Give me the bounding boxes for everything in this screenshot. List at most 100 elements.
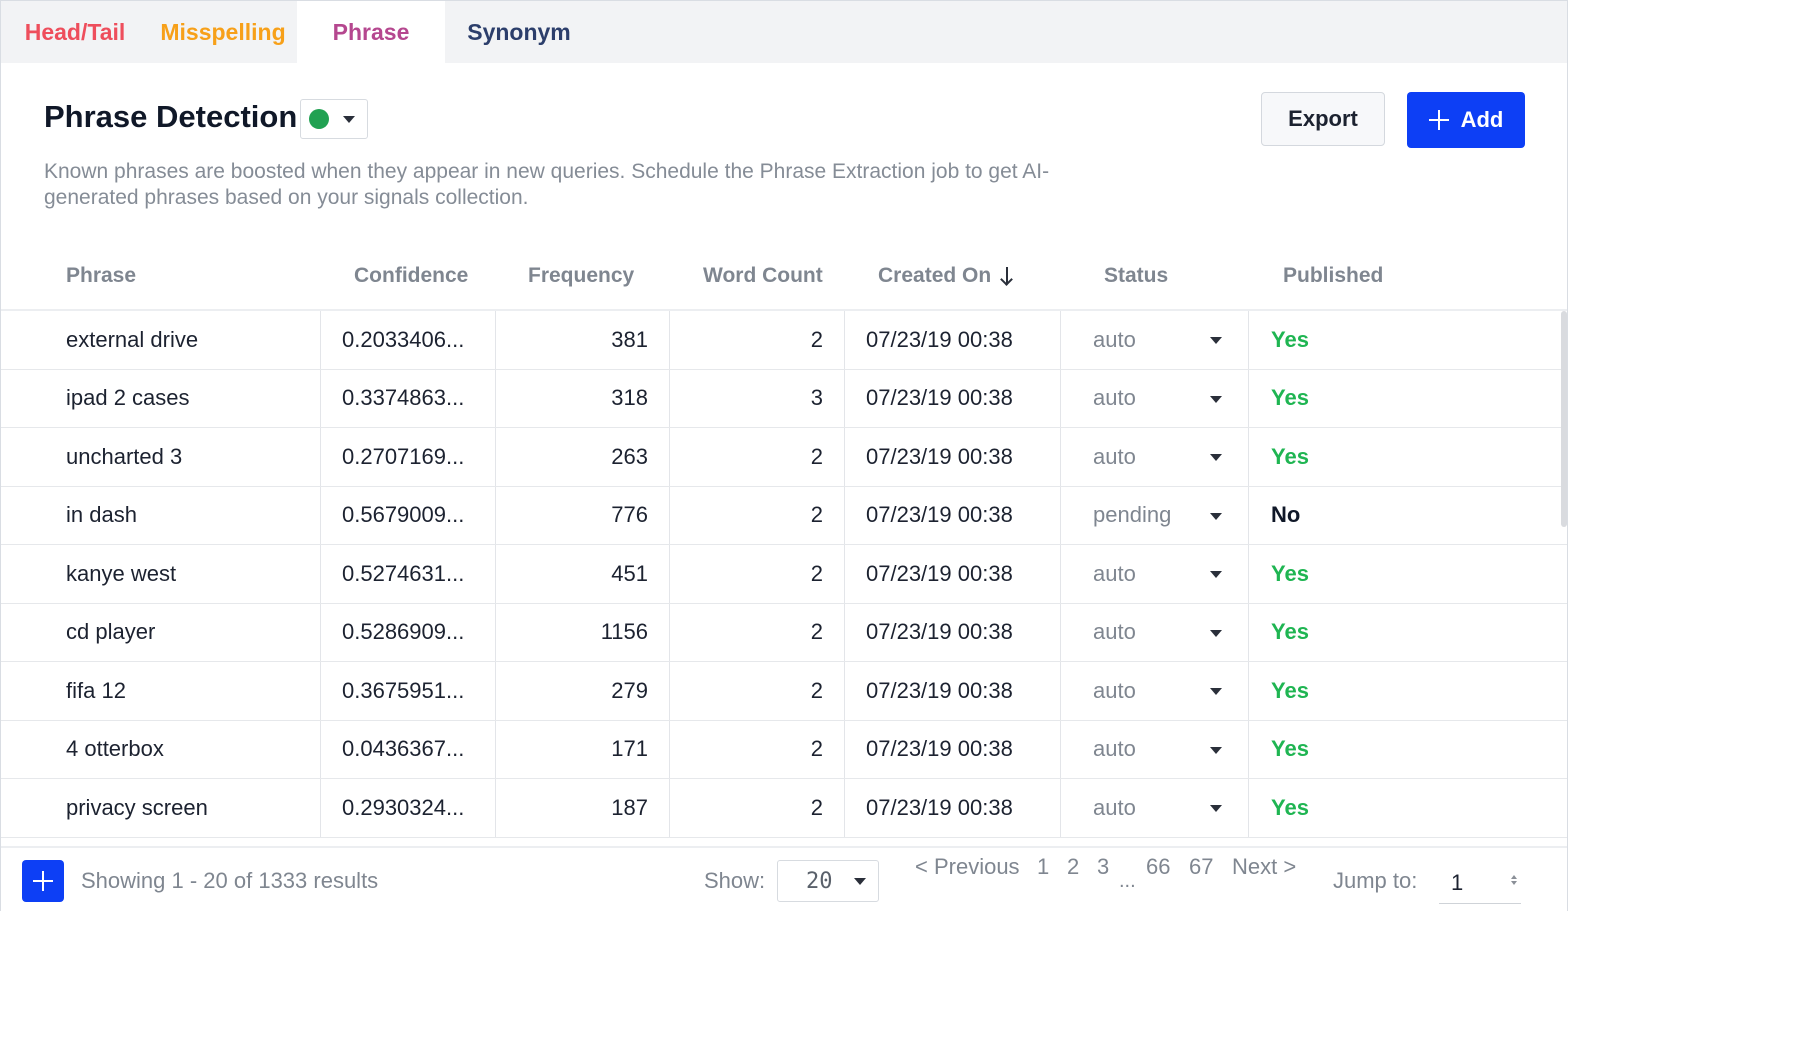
cell-confidence: 0.2033406... [342,326,465,352]
chevron-down-icon[interactable] [1210,571,1222,578]
page-link-2[interactable]: 2 [1067,854,1079,880]
cell-created-on: 07/23/19 00:38 [866,443,1013,469]
cell-published: Yes [1271,560,1309,586]
table-body: external drive 0.2033406... 381 2 07/23/19 0… [1,311,1567,846]
column-divider [320,311,321,369]
column-header-status[interactable]: Status [1104,243,1168,309]
chevron-down-icon[interactable] [1210,688,1222,695]
tab-head-tail[interactable]: Head/Tail [1,1,149,63]
cell-phrase: cd player [66,619,156,645]
cell-word-count: 2 [810,443,823,469]
table-row[interactable]: uncharted 3 0.2707169... 263 2 07/23/19 00:3… [1,428,1567,487]
chevron-down-icon[interactable] [1210,512,1222,520]
results-count: Showing 1 - 20 of 1333 results [81,868,379,893]
status-dropdown[interactable] [300,99,368,139]
column-divider [1060,720,1061,778]
table-row[interactable]: external drive 0.2033406... 381 2 07/23/19 0… [1,311,1567,370]
column-divider [844,486,845,544]
tab-head-tail-label: Head/Tail [24,18,126,45]
column-divider [1248,720,1249,778]
tab-bar: Head/Tail Misspelling Phrase Synonym [1,1,1567,63]
chevron-down-icon[interactable] [1210,454,1222,461]
next-page-link[interactable]: Next > [1232,854,1296,880]
chevron-down-icon[interactable] [1210,746,1222,754]
column-divider [844,603,845,661]
column-divider [1248,603,1249,661]
table-header: Phrase Confidence Frequency Word Count C… [1,243,1567,311]
column-divider [844,720,845,778]
cell-status[interactable]: auto [1093,721,1136,779]
chevron-down-icon[interactable] [1210,395,1222,403]
cell-word-count: 2 [810,794,823,820]
column-divider [320,486,321,544]
chevron-down-icon[interactable] [1210,805,1222,812]
jump-to-input[interactable]: 1 [1439,858,1521,904]
page-link-1[interactable]: 1 [1037,854,1049,880]
table-row[interactable]: in dash 0.5679009... 776 2 07/23/19 00:38 pen… [1,486,1567,545]
table-row[interactable]: ipad 2 cases 0.3374863... 318 3 07/23/19 00:… [1,369,1567,428]
cell-word-count: 2 [810,619,823,645]
cell-status[interactable]: auto [1093,545,1136,603]
cell-word-count: 2 [810,560,823,586]
cell-status[interactable]: auto [1093,428,1136,486]
table-row[interactable]: kanye west 0.5274631... 451 2 07/23/19 00:38… [1,545,1567,604]
cell-status[interactable]: pending [1093,487,1171,545]
table-row[interactable]: cd player 0.5286909... 1156 2 07/23/19 00:38… [1,603,1567,662]
column-divider [1060,545,1061,603]
cell-word-count: 3 [810,385,823,411]
cell-published: Yes [1271,443,1309,469]
footer-add-button[interactable] [22,860,64,902]
page-size-select[interactable]: 20 [777,860,879,902]
cell-published: No [1271,502,1301,528]
column-divider [1248,311,1249,369]
page-description: Known phrases are boosted when they appe… [44,160,1050,209]
tab-phrase[interactable]: Phrase [297,1,445,63]
column-header-created-on[interactable]: Created On [878,243,1015,309]
cell-status[interactable]: auto [1093,311,1136,369]
add-button[interactable]: Add [1407,92,1525,148]
phrase-app: Head/Tail Misspelling Phrase Synonym Phr… [0,0,1568,912]
add-label: Add [1460,107,1504,132]
cell-status[interactable]: auto [1093,370,1136,428]
cell-status[interactable]: auto [1093,662,1136,720]
cell-status[interactable]: auto [1093,779,1136,837]
column-header-word-count[interactable]: Word Count [703,243,823,309]
column-header-phrase[interactable]: Phrase [66,243,136,309]
page-link-67[interactable]: 67 [1189,854,1213,880]
pagination-footer: Showing 1 - 20 of 1333 results Show: 20 … [1,846,1567,912]
chevron-down-icon[interactable] [1210,629,1222,637]
column-divider [1060,428,1061,486]
page-link-3[interactable]: 3 [1097,854,1109,880]
tab-synonym[interactable]: Synonym [445,1,593,63]
column-divider [1248,369,1249,427]
cell-published: Yes [1271,736,1309,762]
column-divider [320,545,321,603]
cell-confidence: 0.3675951... [342,677,465,703]
cell-created-on: 07/23/19 00:38 [866,326,1013,352]
column-header-frequency[interactable]: Frequency [528,243,634,309]
page-link-66[interactable]: 66 [1146,854,1170,880]
cell-confidence: 0.2930324... [342,794,465,820]
cell-status[interactable]: auto [1093,604,1136,662]
table-row[interactable]: fifa 12 0.3675951... 279 2 07/23/19 00:38 aut… [1,662,1567,721]
previous-page-link[interactable]: < Previous [915,854,1020,880]
chevron-down-icon[interactable] [1210,337,1222,344]
cell-phrase: fifa 12 [66,677,126,703]
export-button[interactable]: Export [1261,92,1385,146]
cell-confidence: 0.5679009... [342,502,465,528]
chevron-down-icon [854,878,866,885]
jump-to-label: Jump to: [1333,868,1418,893]
vertical-scrollbar[interactable] [1561,311,1567,527]
column-divider [320,662,321,720]
tab-misspelling[interactable]: Misspelling [149,1,297,63]
table-row[interactable]: privacy screen 0.2930324... 187 2 07/23/19 0… [1,779,1567,838]
spinner-arrows-icon[interactable] [1511,875,1517,885]
column-header-confidence[interactable]: Confidence [354,243,468,309]
cell-frequency: 171 [611,736,648,762]
column-header-label: Phrase [66,264,137,287]
table-row[interactable]: 4 otterbox 0.0436367... 171 2 07/23/19 00:38… [1,720,1567,779]
column-header-published[interactable]: Published [1283,243,1383,309]
column-divider [1248,779,1249,837]
plus-icon [33,871,53,891]
cell-confidence: 0.2707169... [342,443,465,469]
